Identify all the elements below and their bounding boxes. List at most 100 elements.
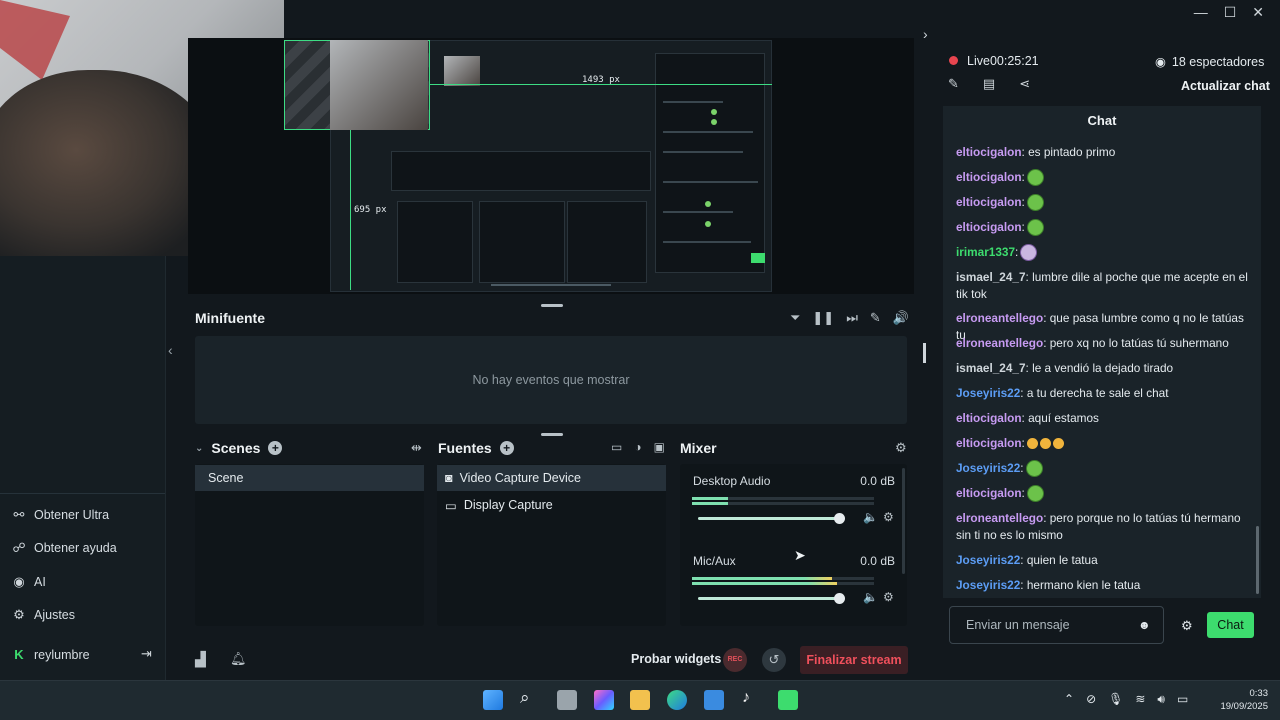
chat-username[interactable]: elroneantellego: [956, 336, 1043, 350]
pause-icon[interactable]: ❚❚: [812, 310, 834, 326]
volume-icon[interactable]: 🔈: [863, 510, 878, 524]
chat-username[interactable]: Joseyiris22: [956, 578, 1020, 592]
chevron-left-icon[interactable]: ‹: [168, 342, 173, 358]
source-label: Display Capture: [463, 498, 553, 512]
chat-username[interactable]: eltiocigalon: [956, 195, 1022, 209]
resize-handle[interactable]: [541, 304, 563, 307]
panel-resize-grip[interactable]: [923, 343, 926, 363]
file-explorer-icon[interactable]: [630, 690, 650, 710]
chat-send-button[interactable]: Chat: [1207, 612, 1254, 638]
microphone-icon[interactable]: 🎙︎: [1108, 692, 1123, 707]
battery-icon[interactable]: ▭: [1177, 692, 1188, 707]
replay-icon[interactable]: ↺: [762, 648, 786, 672]
audio-meter: [692, 582, 874, 585]
chat-username[interactable]: eltiocigalon: [956, 436, 1022, 450]
record-button[interactable]: REC: [723, 648, 747, 672]
source-item[interactable]: ◙ Video Capture Device: [437, 465, 666, 491]
scene-transition-icon[interactable]: ⇹: [411, 440, 422, 456]
sidebar-item-ai[interactable]: ◉ AI: [12, 574, 45, 590]
volume-knob[interactable]: [834, 513, 845, 524]
refresh-chat-button[interactable]: Actualizar chat: [1181, 79, 1270, 93]
start-icon[interactable]: [483, 690, 503, 710]
chat-username[interactable]: irimar1337: [956, 245, 1015, 259]
chat-text: : aquí estamos: [1021, 411, 1099, 425]
scene-item[interactable]: Scene: [195, 465, 424, 491]
wifi-icon[interactable]: ≋: [1135, 692, 1145, 707]
chat-username[interactable]: eltiocigalon: [956, 411, 1022, 425]
streaming-app-icon[interactable]: [778, 690, 798, 710]
mixer-scrollbar[interactable]: [902, 468, 905, 574]
preview-webcam-source[interactable]: [330, 40, 428, 130]
chat-username[interactable]: ismael_24_7: [956, 361, 1026, 375]
chat-username[interactable]: eltiocigalon: [956, 486, 1022, 500]
nested-taskbar: [491, 284, 611, 286]
sidebar-item-ultra[interactable]: ⚯ Obtener Ultra: [12, 507, 109, 523]
volume-knob[interactable]: [834, 593, 845, 604]
audio-meter: [692, 577, 874, 580]
emoji-icon[interactable]: ☻: [1138, 618, 1151, 632]
chat-username[interactable]: elroneantellego: [956, 511, 1043, 525]
preview-webcam-nested: [444, 56, 480, 86]
chat-message-input[interactable]: Enviar un mensaje: [949, 606, 1164, 644]
volume-icon[interactable]: 🔊: [893, 310, 909, 326]
chevron-right-icon[interactable]: ›: [923, 26, 928, 42]
task-view-icon[interactable]: [557, 690, 577, 710]
chat-username[interactable]: Joseyiris22: [956, 553, 1020, 567]
edit-icon[interactable]: ✎: [948, 76, 959, 92]
minimize-icon[interactable]: —: [1194, 4, 1208, 20]
chat-username[interactable]: eltiocigalon: [956, 145, 1022, 159]
username: reylumbre: [34, 647, 90, 662]
sidebar-item-help[interactable]: ☍ Obtener ayuda: [12, 540, 116, 556]
chevron-down-icon[interactable]: ⌄: [195, 443, 203, 454]
visibility-icon[interactable]: ◑: [634, 440, 641, 454]
chevron-up-icon[interactable]: ⌃: [1064, 692, 1074, 707]
search-icon[interactable]: ⌕: [520, 688, 530, 708]
network-off-icon[interactable]: ⊘: [1086, 692, 1096, 707]
chat-username[interactable]: eltiocigalon: [956, 170, 1022, 184]
end-stream-button[interactable]: Finalizar stream: [800, 646, 908, 674]
mixer-settings-icon[interactable]: ⚙: [895, 440, 907, 456]
layout-icon[interactable]: ▭: [611, 440, 622, 454]
filter-icon[interactable]: ⏷: [790, 310, 800, 326]
chat-username[interactable]: ismael_24_7: [956, 270, 1026, 284]
sidebar-item-settings[interactable]: ⚙ Ajustes: [12, 607, 75, 623]
volume-icon[interactable]: 🔈: [863, 590, 878, 604]
chat-username[interactable]: Joseyiris22: [956, 461, 1020, 475]
gear-icon[interactable]: ⚙: [883, 590, 894, 604]
stats-icon[interactable]: ▟: [195, 651, 206, 668]
emote-icon: [1026, 194, 1044, 212]
chat-username[interactable]: Joseyiris22: [956, 386, 1020, 400]
mouse-cursor: ➤: [794, 547, 806, 563]
folder-icon[interactable]: ▣: [654, 440, 665, 454]
clock[interactable]: 0:33 19/09/2025: [1212, 687, 1268, 713]
sidebar-user[interactable]: K reylumbre: [12, 647, 90, 662]
volume-slider[interactable]: [698, 517, 840, 520]
test-widgets-button[interactable]: Probar widgets: [631, 652, 721, 666]
add-scene-button[interactable]: +: [268, 441, 283, 455]
skip-icon[interactable]: ⏭: [846, 310, 858, 326]
chat-username[interactable]: eltiocigalon: [956, 220, 1022, 234]
close-icon[interactable]: ✕: [1252, 4, 1264, 21]
gear-icon[interactable]: ⚙: [883, 510, 894, 524]
bell-icon[interactable]: 🔔︎: [230, 651, 247, 667]
sources-title: Fuentes: [438, 440, 492, 456]
chat-scrollbar[interactable]: [1256, 526, 1259, 594]
chat-settings-icon[interactable]: ⚙: [1181, 618, 1193, 634]
chat-username[interactable]: elroneantellego: [956, 311, 1043, 325]
source-item[interactable]: ▭ Display Capture: [437, 492, 666, 518]
mute-alerts-icon[interactable]: ✎: [870, 310, 881, 326]
copilot-icon[interactable]: [594, 690, 614, 710]
add-source-button[interactable]: +: [499, 441, 514, 455]
edge-icon[interactable]: [667, 690, 687, 710]
store-icon[interactable]: [704, 690, 724, 710]
nested-chat: [655, 53, 765, 273]
share-icon[interactable]: ⋖: [1019, 76, 1030, 92]
tiktok-icon[interactable]: ♪: [742, 689, 750, 707]
volume-slider[interactable]: [698, 597, 840, 600]
resize-handle[interactable]: [541, 433, 563, 436]
video-icon[interactable]: ▤: [983, 76, 995, 92]
user-badge: K: [14, 647, 24, 662]
maximize-icon[interactable]: ☐: [1224, 4, 1237, 21]
logout-icon[interactable]: ⇥: [141, 646, 152, 662]
speaker-icon[interactable]: 🔊︎: [1157, 692, 1165, 707]
